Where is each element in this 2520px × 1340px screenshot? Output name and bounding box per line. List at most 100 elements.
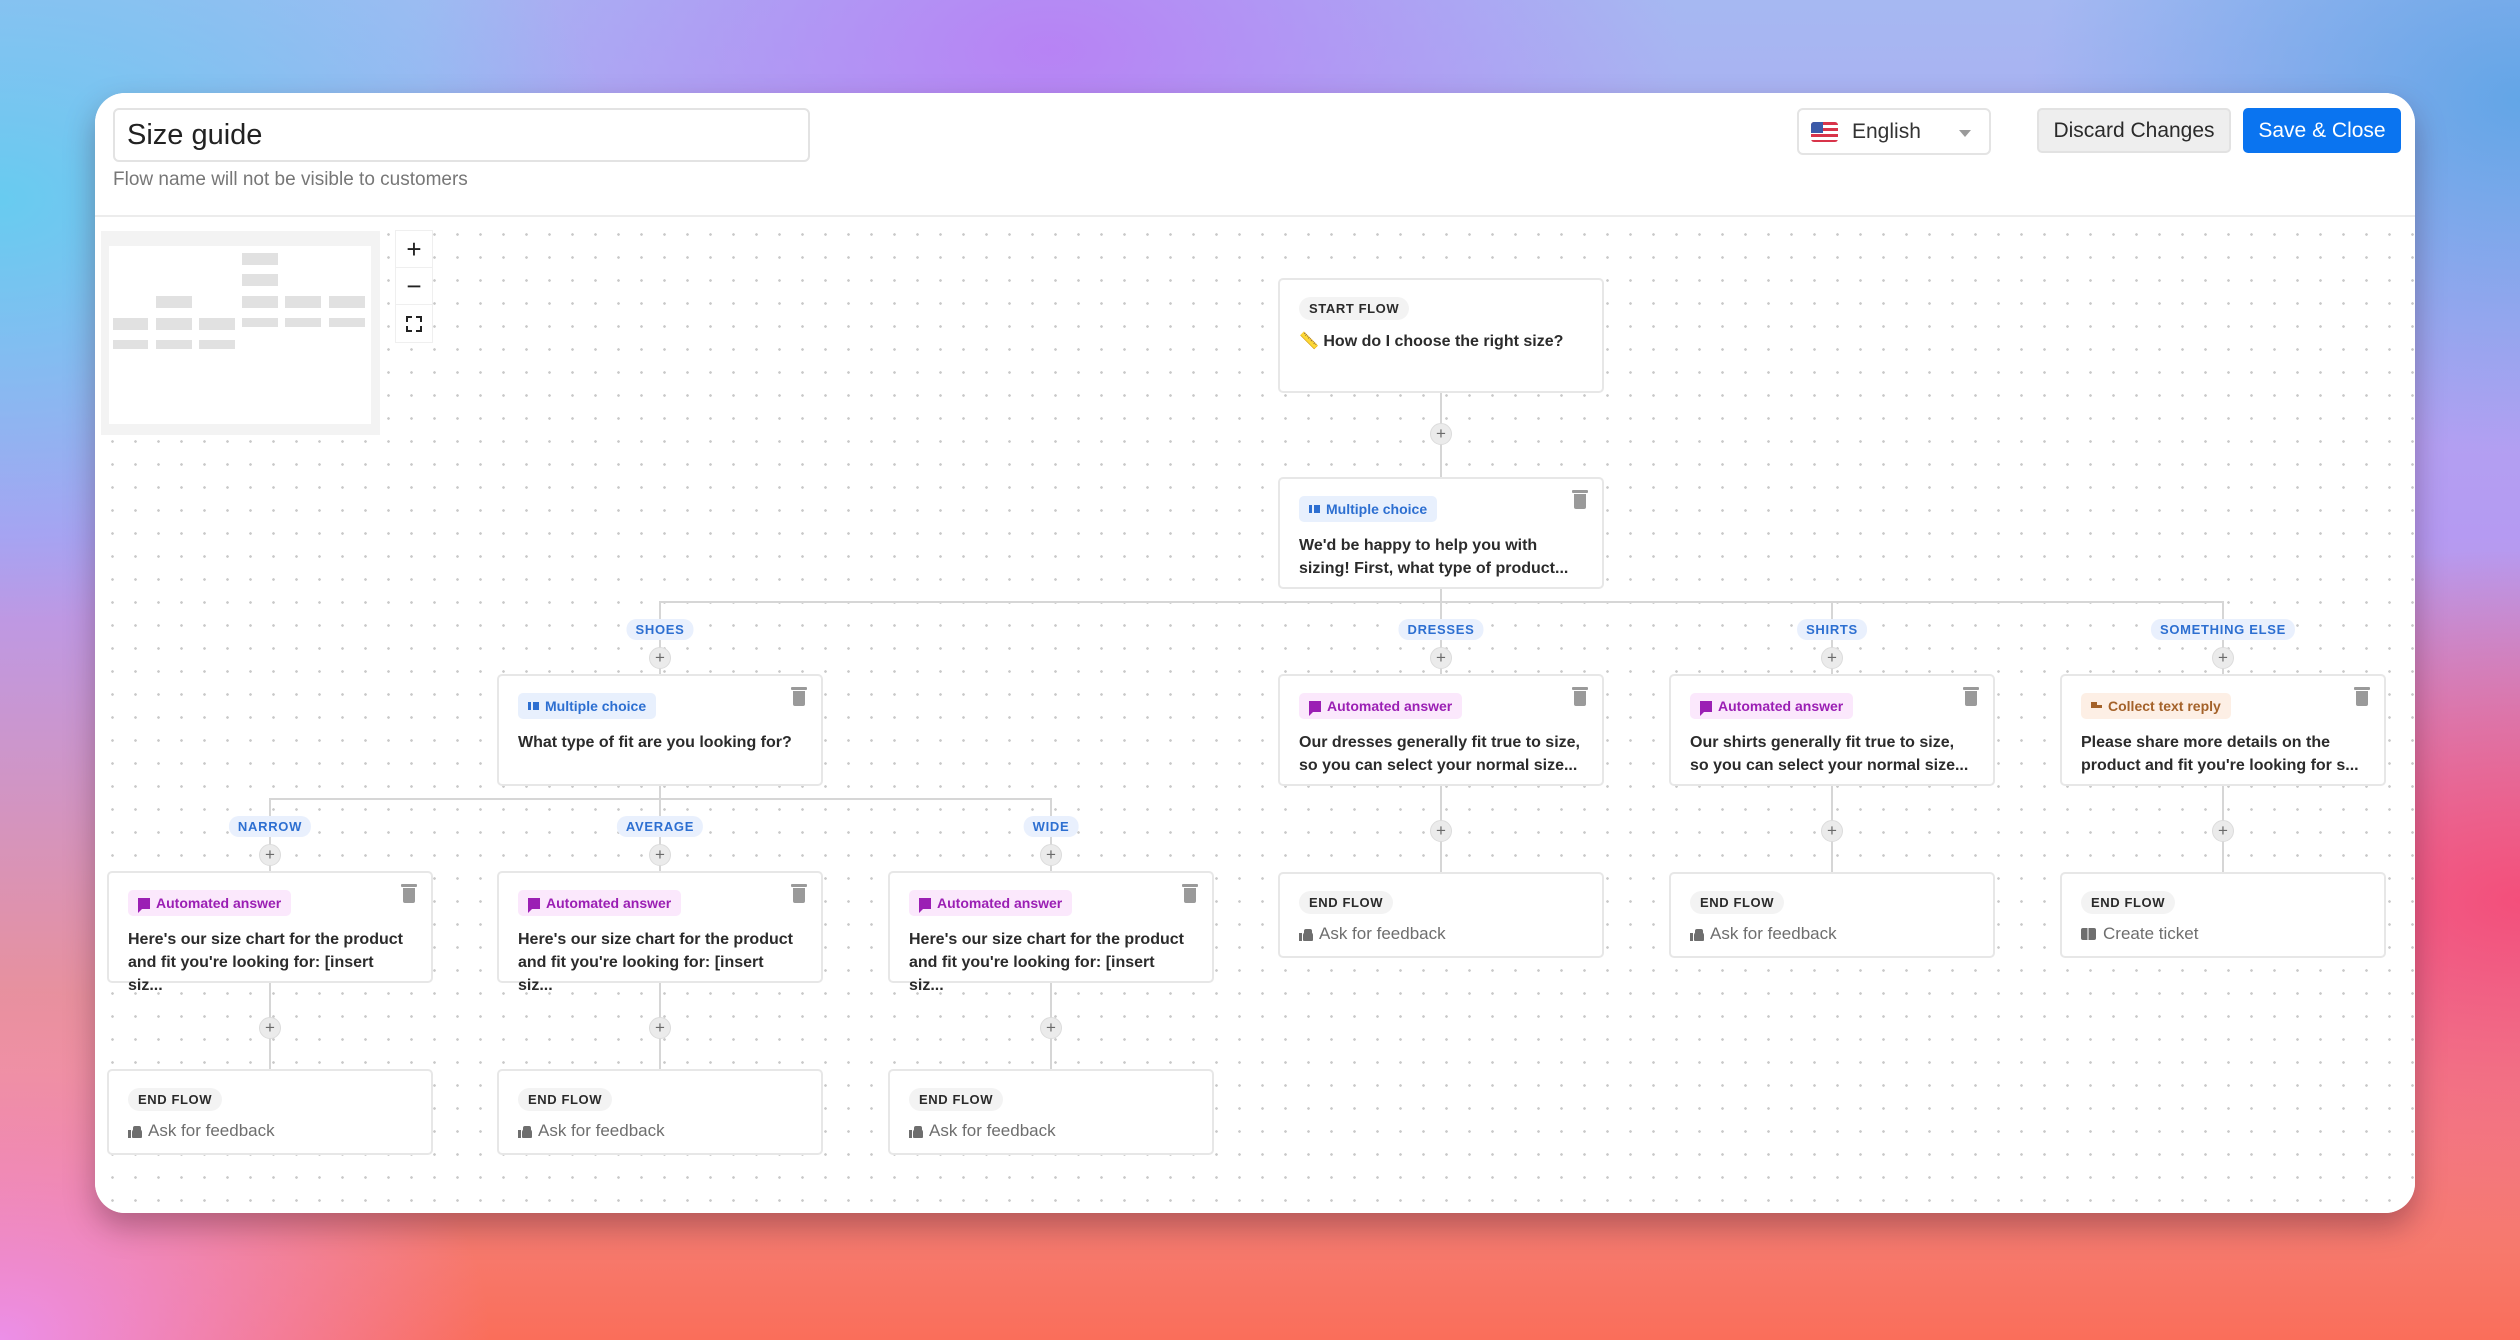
node-message: We'd be happy to help you with sizing! F…: [1299, 537, 1569, 577]
add-step-button[interactable]: +: [1821, 647, 1843, 669]
end-flow-node[interactable]: END FLOW Ask for feedback: [1669, 872, 1995, 958]
add-step-button[interactable]: +: [1430, 423, 1452, 445]
shoes-multiple-choice-node[interactable]: Multiple choice What type of fit are you…: [497, 674, 823, 786]
wide-automated-answer-node[interactable]: Automated answer Here's our size chart f…: [888, 871, 1214, 994]
minimap-node: [199, 318, 235, 330]
discard-changes-button[interactable]: Discard Changes: [2037, 108, 2231, 153]
node-type-chip: Automated answer: [1690, 693, 1854, 719]
end-action-label: Ask for feedback: [538, 1121, 665, 1140]
branch-label-something-else[interactable]: SOMETHING ELSE: [2150, 619, 2296, 640]
start-flow-question: How do I choose the right size?: [1323, 333, 1564, 350]
branch-label-shoes[interactable]: SHOES: [626, 619, 694, 640]
branch-label-narrow[interactable]: NARROW: [228, 816, 312, 837]
average-automated-answer-node[interactable]: Automated answer Here's our size chart f…: [497, 871, 823, 994]
dresses-automated-answer-node[interactable]: Automated answer Our dresses generally f…: [1278, 674, 1604, 786]
language-select[interactable]: English: [1797, 108, 1991, 155]
delete-icon[interactable]: [401, 884, 417, 903]
node-type-label: Automated answer: [1327, 698, 1453, 714]
node-type-label: Automated answer: [1718, 698, 1844, 714]
editor-header: Flow name will not be visible to custome…: [95, 93, 2415, 217]
minimap-node: [242, 318, 278, 327]
end-action-label: Ask for feedback: [1319, 924, 1446, 943]
add-step-button[interactable]: +: [1040, 1017, 1062, 1039]
thumbs-up-icon: [518, 1125, 532, 1138]
branch-label-dresses[interactable]: DRESSES: [1398, 619, 1484, 640]
end-action: Create ticket: [2081, 924, 2365, 944]
chat-bubble-icon: [919, 897, 931, 913]
minimap-node: [329, 296, 365, 308]
end-flow-node[interactable]: END FLOW Create ticket: [2060, 872, 2386, 958]
start-flow-chip: START FLOW: [1299, 297, 1410, 320]
node-type-chip: Automated answer: [1299, 693, 1463, 719]
node-type-label: Multiple choice: [545, 698, 647, 714]
add-step-button[interactable]: +: [2212, 820, 2234, 842]
node-type-chip: Automated answer: [518, 890, 682, 916]
minus-icon: −: [406, 270, 422, 301]
minimap-node: [199, 340, 235, 349]
add-step-button[interactable]: +: [1040, 844, 1062, 866]
delete-icon[interactable]: [791, 884, 807, 903]
branch-label-average[interactable]: AVERAGE: [616, 816, 704, 837]
save-and-close-button[interactable]: Save & Close: [2243, 108, 2401, 153]
add-step-button[interactable]: +: [649, 1017, 671, 1039]
add-step-button[interactable]: +: [649, 647, 671, 669]
delete-icon[interactable]: [1963, 687, 1979, 706]
add-step-button[interactable]: +: [2212, 647, 2234, 669]
end-flow-node[interactable]: END FLOW Ask for feedback: [497, 1069, 823, 1155]
add-step-button[interactable]: +: [1821, 820, 1843, 842]
zoom-out-button[interactable]: −: [396, 268, 432, 305]
node-message: Here's our size chart for the product an…: [909, 931, 1184, 994]
minimap[interactable]: [101, 231, 380, 435]
minimap-node: [329, 318, 365, 327]
node-message: Our dresses generally fit true to size, …: [1299, 734, 1580, 774]
delete-icon[interactable]: [2354, 687, 2370, 706]
ruler-icon: 📏: [1299, 333, 1319, 350]
language-label: English: [1852, 119, 1921, 143]
narrow-automated-answer-node[interactable]: Automated answer Here's our size chart f…: [107, 871, 433, 994]
delete-icon[interactable]: [1572, 687, 1588, 706]
start-flow-title: 📏 How do I choose the right size?: [1299, 330, 1583, 353]
zoom-controls: + −: [396, 231, 432, 342]
delete-icon[interactable]: [1182, 884, 1198, 903]
flow-canvas[interactable]: + − START FLOW 📏 How do I choose the rig…: [95, 217, 2415, 1213]
multiple-choice-node[interactable]: Multiple choice We'd be happy to help yo…: [1278, 477, 1604, 589]
thumbs-up-icon: [909, 1125, 923, 1138]
minimap-node: [156, 318, 192, 330]
us-flag-icon: [1811, 121, 1838, 142]
node-message: What type of fit are you looking for?: [518, 734, 792, 751]
add-step-button[interactable]: +: [1430, 820, 1452, 842]
node-message: Here's our size chart for the product an…: [518, 931, 793, 994]
minimap-node: [242, 274, 278, 286]
add-step-button[interactable]: +: [259, 1017, 281, 1039]
chat-bubble-icon: [138, 897, 150, 913]
minimap-node: [242, 253, 278, 265]
fit-view-button[interactable]: [396, 305, 432, 342]
something-else-collect-text-node[interactable]: Collect text reply Please share more det…: [2060, 674, 2386, 786]
node-type-label: Automated answer: [156, 895, 282, 911]
add-step-button[interactable]: +: [649, 844, 671, 866]
chat-bubble-icon: [528, 897, 540, 913]
add-step-button[interactable]: +: [1430, 647, 1452, 669]
delete-icon[interactable]: [791, 687, 807, 706]
flow-name-hint: Flow name will not be visible to custome…: [113, 169, 468, 190]
thumbs-up-icon: [1690, 928, 1704, 941]
add-step-button[interactable]: +: [259, 844, 281, 866]
end-flow-chip: END FLOW: [128, 1088, 223, 1111]
end-flow-node[interactable]: END FLOW Ask for feedback: [1278, 872, 1604, 958]
branch-label-wide[interactable]: WIDE: [1023, 816, 1079, 837]
shirts-automated-answer-node[interactable]: Automated answer Our shirts generally fi…: [1669, 674, 1995, 786]
thumbs-up-icon: [1299, 928, 1313, 941]
minimap-node: [113, 340, 148, 349]
fit-view-icon: [406, 315, 422, 332]
end-flow-chip: END FLOW: [518, 1088, 613, 1111]
start-flow-node[interactable]: START FLOW 📏 How do I choose the right s…: [1278, 278, 1604, 393]
end-flow-node[interactable]: END FLOW Ask for feedback: [107, 1069, 433, 1155]
chevron-down-icon: [1959, 130, 1971, 137]
flow-name-input[interactable]: [113, 108, 810, 162]
end-flow-node[interactable]: END FLOW Ask for feedback: [888, 1069, 1214, 1155]
node-type-label: Automated answer: [937, 895, 1063, 911]
zoom-in-button[interactable]: +: [396, 231, 432, 268]
branch-label-shirts[interactable]: SHIRTS: [1797, 619, 1867, 640]
end-action-label: Ask for feedback: [1710, 924, 1837, 943]
delete-icon[interactable]: [1572, 490, 1588, 509]
